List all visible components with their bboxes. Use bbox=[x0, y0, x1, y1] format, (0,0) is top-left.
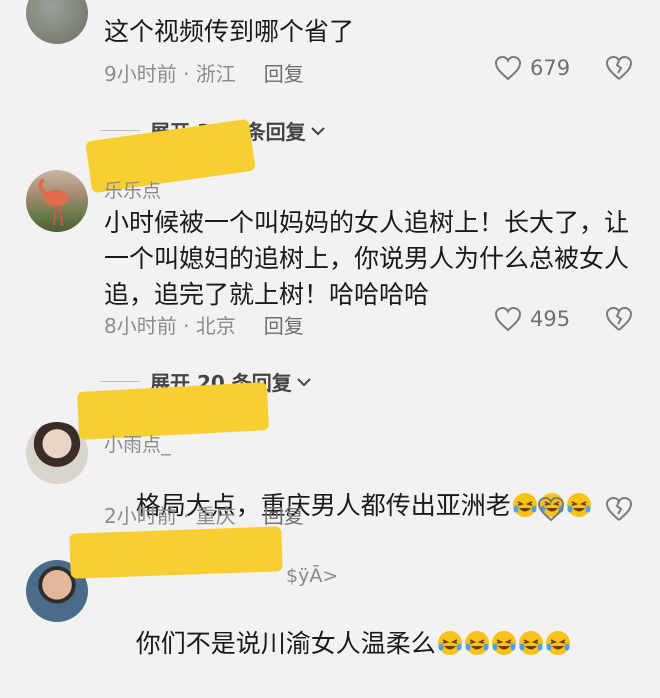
broken-heart-icon bbox=[605, 55, 633, 80]
divider-line bbox=[100, 381, 140, 382]
laughing-crying-emoji-icon bbox=[512, 493, 537, 517]
divider-line bbox=[100, 130, 140, 131]
comment-text: 你们不是说川渝女人温柔么 bbox=[104, 590, 634, 698]
broken-heart-icon bbox=[605, 496, 633, 521]
reply-button[interactable]: 回复 bbox=[264, 58, 304, 87]
heart-icon bbox=[494, 306, 522, 332]
redaction-mark bbox=[69, 526, 283, 579]
laughing-crying-emoji-icon bbox=[545, 631, 570, 655]
heart-icon bbox=[494, 55, 522, 81]
comment-meta: 9小时前 · 浙江 回复 bbox=[104, 58, 304, 87]
flamingo-image bbox=[38, 178, 68, 226]
comment-time: 9小时前 · 浙江 bbox=[104, 62, 236, 86]
laughing-crying-emoji-icon bbox=[437, 631, 462, 655]
avatar[interactable] bbox=[26, 0, 88, 44]
dislike-button[interactable] bbox=[605, 306, 633, 336]
comment-text: 小时候被一个叫妈妈的女人追树上！长大了，让一个叫媳妇的追树上，你说男人为什么总被… bbox=[104, 208, 630, 309]
laughing-crying-emoji-icon bbox=[464, 631, 489, 655]
heart-icon bbox=[537, 496, 565, 522]
broken-heart-icon bbox=[605, 306, 633, 331]
username[interactable]: $ÿĀ> bbox=[286, 565, 338, 587]
chevron-down-icon bbox=[310, 126, 325, 135]
dislike-button[interactable] bbox=[605, 496, 633, 526]
like-button[interactable] bbox=[537, 496, 573, 522]
comment-time: 8小时前 · 北京 bbox=[104, 314, 236, 338]
comment-time: 2小时前 · 重庆 bbox=[104, 504, 236, 528]
laughing-crying-emoji-icon bbox=[491, 631, 516, 655]
comment-text-content: 你们不是说川渝女人温柔么 bbox=[135, 629, 436, 658]
avatar[interactable] bbox=[26, 170, 88, 232]
laughing-crying-emoji-icon bbox=[518, 631, 543, 655]
like-count: 495 bbox=[530, 307, 571, 331]
like-button[interactable]: 679 bbox=[494, 55, 570, 81]
like-count: 679 bbox=[530, 56, 571, 80]
comment-meta: 2小时前 · 重庆 回复 bbox=[104, 500, 304, 529]
comment-text: 这个视频传到哪个省了 bbox=[104, 17, 355, 46]
chevron-down-icon bbox=[297, 377, 311, 386]
username[interactable]: 乐乐点 bbox=[104, 176, 161, 203]
like-button[interactable]: 495 bbox=[494, 306, 570, 332]
dislike-button[interactable] bbox=[605, 55, 633, 85]
reply-button[interactable]: 回复 bbox=[264, 310, 304, 339]
comment-meta: 8小时前 · 北京 回复 bbox=[104, 310, 304, 339]
comment-1: 这个视频传到哪个省了 9小时前 · 浙江 回复 679 展开 321 条回复 bbox=[0, 0, 660, 160]
reply-button[interactable]: 回复 bbox=[264, 500, 304, 529]
laughing-emoji-group bbox=[436, 629, 571, 658]
